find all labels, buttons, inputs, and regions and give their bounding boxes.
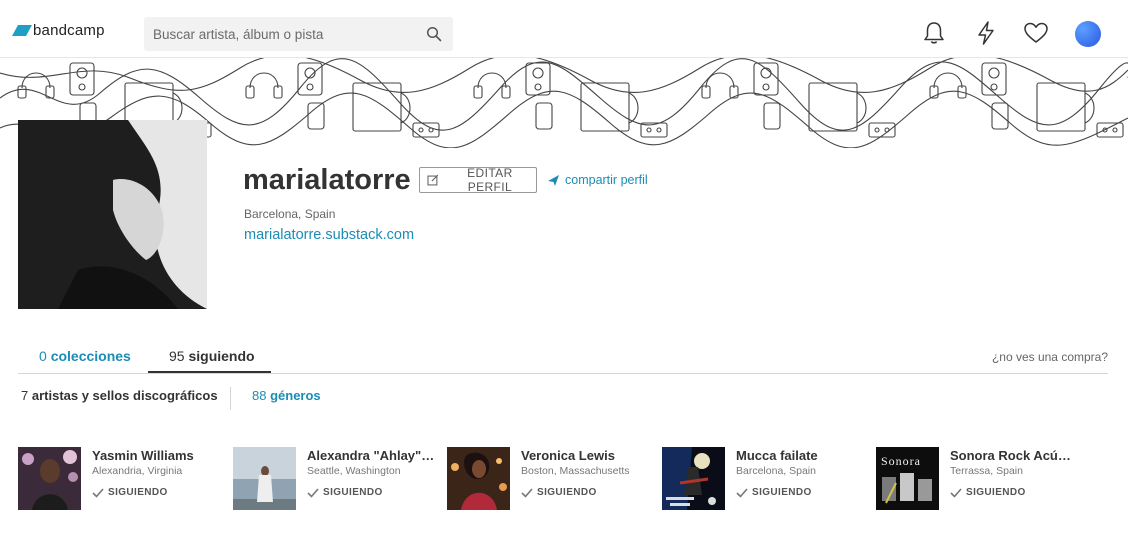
check-icon	[307, 487, 319, 498]
collections-label: colecciones	[50, 348, 131, 364]
tab-following[interactable]: 95 siguiendo	[169, 348, 255, 364]
check-icon	[92, 487, 104, 498]
share-profile-link[interactable]: compartir perfil	[548, 173, 648, 187]
edit-profile-button[interactable]: EDITAR PERFIL	[419, 166, 537, 194]
profile-photo	[18, 120, 207, 309]
artist-name[interactable]: Sonora Rock Acú…	[950, 448, 1071, 463]
artist-location: Terrassa, Spain	[950, 465, 1023, 477]
genres-label: géneros	[270, 388, 321, 403]
artist-name[interactable]: Veronica Lewis	[521, 448, 615, 463]
following-card[interactable]: Sonora Sonora Rock Acú… Terrassa, Spain …	[876, 447, 1086, 510]
following-toggle[interactable]: SIGUIENDO	[736, 487, 812, 498]
following-card[interactable]: Alexandra "Ahlay"… Seattle, Washington S…	[233, 447, 443, 510]
artist-location: Alexandria, Virginia	[92, 465, 183, 477]
artist-name[interactable]: Yasmin Williams	[92, 448, 194, 463]
edit-profile-label: EDITAR PERFIL	[467, 166, 513, 194]
artist-thumbnail[interactable]	[233, 447, 296, 510]
check-icon	[950, 487, 962, 498]
share-icon	[548, 174, 559, 186]
filter-genres[interactable]: 88 géneros	[252, 388, 321, 403]
artists-label: artistas y sellos discográficos	[31, 388, 218, 403]
bandcamp-logo[interactable]: bandcamp	[12, 22, 105, 39]
artist-thumbnail[interactable]: Sonora	[876, 447, 939, 510]
tabs-divider	[18, 373, 1108, 374]
profile-location: Barcelona, Spain	[244, 207, 336, 221]
profile-username: marialatorre	[243, 164, 411, 196]
following-status: SIGUIENDO	[537, 487, 597, 498]
following-label: siguiendo	[188, 348, 255, 364]
following-toggle[interactable]: SIGUIENDO	[92, 487, 168, 498]
following-toggle[interactable]: SIGUIENDO	[307, 487, 383, 498]
following-status: SIGUIENDO	[752, 487, 812, 498]
tab-collections[interactable]: 0 colecciones	[39, 348, 131, 364]
artist-location: Seattle, Washington	[307, 465, 401, 477]
artists-count: 7	[21, 388, 29, 403]
genres-count: 88	[252, 388, 267, 403]
following-count: 95	[169, 348, 185, 364]
following-toggle[interactable]: SIGUIENDO	[521, 487, 597, 498]
user-avatar[interactable]	[1075, 21, 1101, 47]
filter-artists[interactable]: 7 artistas y sellos discográficos	[21, 388, 218, 403]
search-icon[interactable]	[426, 26, 442, 42]
logo-mark-icon	[12, 25, 32, 36]
following-card[interactable]: Veronica Lewis Boston, Massachusetts SIG…	[447, 447, 657, 510]
edit-icon	[427, 174, 439, 186]
artist-thumbnail[interactable]	[18, 447, 81, 510]
artist-thumbnail[interactable]	[662, 447, 725, 510]
top-header: bandcamp	[0, 0, 1128, 58]
logo-text: bandcamp	[33, 22, 105, 39]
lightning-icon[interactable]	[973, 20, 999, 46]
bell-icon[interactable]	[921, 20, 947, 46]
following-status: SIGUIENDO	[966, 487, 1026, 498]
collections-count: 0	[39, 348, 47, 364]
check-icon	[736, 487, 748, 498]
artist-location: Barcelona, Spain	[736, 465, 816, 477]
share-profile-label: compartir perfil	[565, 173, 648, 187]
search-input[interactable]	[144, 17, 414, 51]
following-status: SIGUIENDO	[108, 487, 168, 498]
following-card[interactable]: Mucca failate Barcelona, Spain SIGUIENDO	[662, 447, 872, 510]
missing-purchase-link[interactable]: ¿no ves una compra?	[992, 350, 1108, 364]
following-status: SIGUIENDO	[323, 487, 383, 498]
heart-icon[interactable]	[1023, 20, 1049, 46]
album-art-text: Sonora	[881, 454, 921, 468]
artist-name[interactable]: Mucca failate	[736, 448, 818, 463]
artist-location: Boston, Massachusetts	[521, 465, 630, 477]
following-toggle[interactable]: SIGUIENDO	[950, 487, 1026, 498]
search-box	[144, 17, 453, 51]
active-tab-indicator	[148, 371, 271, 373]
check-icon	[521, 487, 533, 498]
filter-divider	[230, 387, 231, 410]
following-card[interactable]: Yasmin Williams Alexandria, Virginia SIG…	[18, 447, 228, 510]
profile-website-link[interactable]: marialatorre.substack.com	[244, 227, 414, 243]
artist-thumbnail[interactable]	[447, 447, 510, 510]
artist-name[interactable]: Alexandra "Ahlay"…	[307, 448, 434, 463]
